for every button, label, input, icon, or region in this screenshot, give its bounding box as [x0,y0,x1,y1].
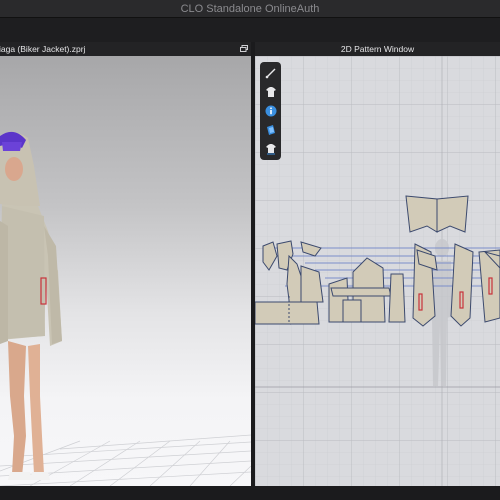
project-file-name: iaga (Biker Jacket).zprj [0,44,86,54]
avatar-head [0,131,40,206]
status-strip [0,486,500,500]
avatar-arm [0,221,8,344]
avatar-scene [0,131,251,486]
restore-window-icon[interactable] [240,45,248,52]
pattern-window[interactable] [255,56,500,486]
viewport-3d[interactable] [0,56,251,486]
title-bar: CLO Standalone OnlineAuth [0,0,500,18]
viewport-3d-header: iaga (Biker Jacket).zprj [0,42,251,56]
pen-tool-icon[interactable] [263,65,278,80]
pattern-canvas [255,56,500,486]
avatar-hoodie [0,196,62,346]
window-title: CLO Standalone OnlineAuth [180,3,320,15]
main-toolbar [0,18,500,42]
info-icon[interactable] [263,103,278,118]
pattern-window-header: 2D Pattern Window [255,42,500,56]
garment-icon[interactable] [263,84,278,99]
fabric-icon[interactable] [263,122,278,137]
pattern-window-title: 2D Pattern Window [340,44,415,54]
avatar-legs [8,341,50,480]
garment-list-icon[interactable] [263,141,278,156]
pattern-tool-palette [260,62,281,160]
app-window: CLO Standalone OnlineAuth iaga (Biker Ja… [0,0,500,500]
